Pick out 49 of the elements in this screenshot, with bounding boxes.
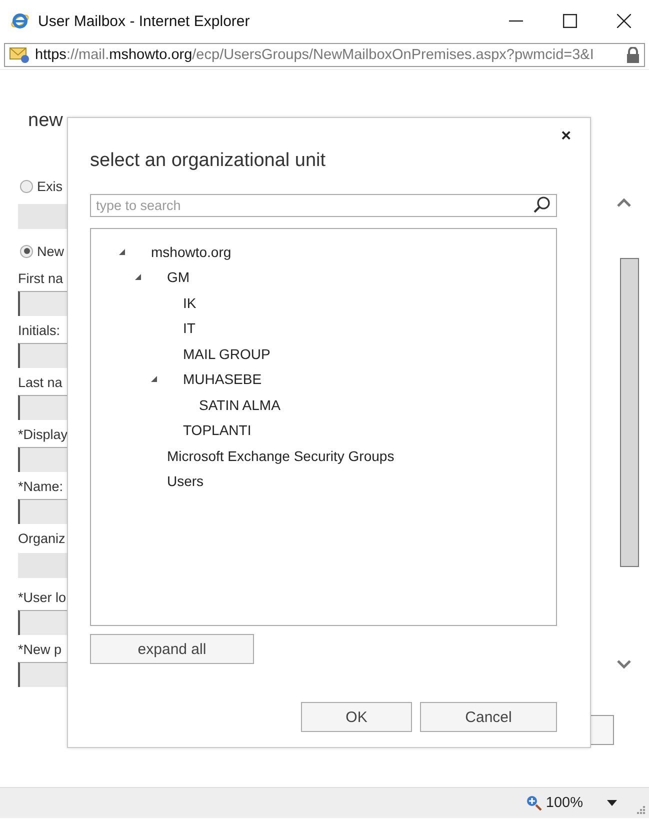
- radio-label: New: [37, 244, 64, 258]
- url-text: https://mail.mshowto.org/ecp/UsersGroups/NewMailboxOnPremises.aspx?pwmcid=3&I: [35, 47, 595, 63]
- tree-item[interactable]: MAIL GROUP: [183, 346, 270, 362]
- tree-item[interactable]: Microsoft Exchange Security Groups: [167, 448, 394, 464]
- scroll-down-icon[interactable]: [616, 659, 632, 669]
- dialog-title: select an organizational unit: [90, 150, 327, 172]
- expand-all-button[interactable]: expand all: [90, 634, 254, 664]
- field-label: Initials:: [18, 322, 60, 340]
- field-label: Last na: [18, 374, 62, 392]
- browser-logo-icon: [10, 11, 30, 31]
- maximize-icon[interactable]: [563, 14, 577, 28]
- scroll-up-icon[interactable]: [616, 198, 632, 208]
- lock-icon: [626, 47, 640, 63]
- field-label: *User lo: [18, 589, 66, 607]
- dropdown-caret-icon[interactable]: [607, 800, 617, 806]
- close-icon[interactable]: [617, 14, 631, 28]
- scrollbar-thumb[interactable]: [620, 258, 638, 567]
- tree-item[interactable]: SATIN ALMA: [199, 396, 280, 413]
- tree-item[interactable]: GM: [167, 269, 190, 286]
- tree-item[interactable]: MUHASEBE: [183, 371, 262, 388]
- tree-item[interactable]: IT: [183, 320, 196, 336]
- button-background[interactable]: [589, 715, 614, 745]
- tree-item[interactable]: Users: [167, 473, 204, 490]
- zoom-icon[interactable]: [526, 795, 542, 811]
- ok-button[interactable]: OK: [301, 702, 412, 732]
- cancel-button[interactable]: Cancel: [420, 702, 557, 732]
- close-button[interactable]: ×: [561, 128, 571, 144]
- window-title: User Mailbox - Internet Explorer: [38, 12, 250, 30]
- radio-button[interactable]: [20, 244, 33, 258]
- expand-arrow-icon[interactable]: [151, 376, 157, 382]
- field-label: First na: [18, 270, 64, 288]
- resize-grip-icon[interactable]: [637, 806, 645, 814]
- radio-label: Exis: [37, 178, 63, 194]
- field-label: Organiz: [18, 530, 66, 548]
- tree-item[interactable]: IK: [183, 294, 196, 311]
- field-label: *Display: [18, 426, 68, 444]
- envelope-icon: [9, 46, 31, 64]
- address-bar[interactable]: https://mail.mshowto.org/ecp/UsersGroups/NewMailboxOnPremises.aspx?pwmcid=3&I: [4, 43, 645, 67]
- expand-arrow-icon[interactable]: [135, 274, 141, 280]
- field-label: *Name:: [18, 478, 64, 496]
- search-field[interactable]: type to search: [90, 194, 557, 217]
- tree-item[interactable]: TOPLANTI: [183, 422, 252, 438]
- field-label: *New p: [18, 641, 62, 659]
- tree-item[interactable]: mshowto.org: [151, 244, 232, 260]
- zoom-level[interactable]: 100%: [546, 795, 583, 811]
- radio-button[interactable]: [20, 180, 33, 192]
- search-icon[interactable]: [533, 196, 551, 214]
- expand-arrow-icon[interactable]: [119, 248, 125, 255]
- page-heading: new: [28, 110, 64, 132]
